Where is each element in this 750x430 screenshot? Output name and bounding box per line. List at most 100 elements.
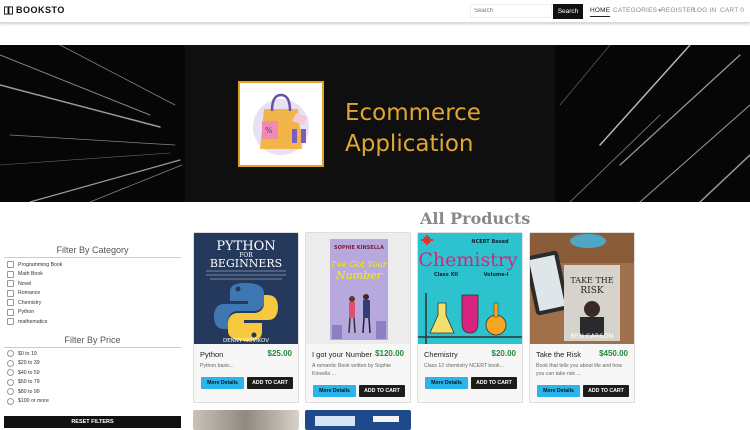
price-option-label: $100 or more (18, 398, 49, 405)
cover-title-b: Number (335, 269, 383, 282)
shopping-bag-illustration: % (238, 81, 324, 167)
cover-title-bottom: BEGINNERS (210, 257, 282, 270)
brand-name: BOOKSTO (16, 5, 65, 15)
nav-categories[interactable]: CATEGORIES▼ (613, 7, 662, 14)
search-input[interactable] (470, 4, 552, 18)
checkbox[interactable] (7, 289, 14, 297)
add-to-cart-button[interactable]: ADD TO CART (471, 377, 517, 389)
brand-logo[interactable]: BOOKSTO (4, 5, 65, 15)
price-option[interactable]: $40 to 59 (7, 368, 49, 378)
book-icon (4, 5, 13, 15)
category-option-label: mathematics (18, 318, 48, 325)
cover-author: DENNY NOVIKOV (223, 338, 269, 344)
radio[interactable] (7, 378, 14, 386)
product-card: TAKE THE RISK BEN CARSON Take the Risk $… (529, 232, 635, 403)
category-option[interactable]: mathematics (7, 317, 62, 327)
search-button[interactable]: Search (553, 4, 583, 19)
cover-author: BEN CARSON (570, 332, 613, 340)
radio[interactable] (7, 350, 14, 358)
cover-class: Class XII (434, 272, 458, 278)
category-filter-list: Programming Book Math Book Novel Romance… (7, 260, 62, 327)
product-image[interactable]: TAKE THE RISK BEN CARSON (530, 233, 634, 344)
category-option[interactable]: Math Book (7, 270, 62, 280)
checkbox[interactable] (7, 280, 14, 288)
checkbox[interactable] (7, 318, 14, 326)
price-option-label: $80 to 99 (18, 388, 40, 395)
category-option-label: Romance (18, 290, 41, 297)
category-option[interactable]: Novel (7, 279, 62, 289)
more-details-button[interactable]: More Details (425, 377, 468, 389)
product-image[interactable]: PYTHON FOR BEGINNERS DENNY NOVIKOV (194, 233, 298, 344)
product-name[interactable]: Python (200, 350, 223, 359)
checkbox[interactable] (7, 308, 14, 316)
add-to-cart-button[interactable]: ADD TO CART (359, 385, 405, 397)
product-card-partial[interactable] (305, 410, 411, 430)
category-option[interactable]: Chemistry (7, 298, 62, 308)
radio[interactable] (7, 369, 14, 377)
product-description: Python basic... (200, 363, 235, 369)
cover-title-b: RISK (580, 286, 603, 296)
price-option-label: $20 to 39 (18, 360, 40, 367)
banner-line-2: Application (345, 131, 474, 157)
category-option-label: Math Book (18, 271, 43, 278)
add-to-cart-button[interactable]: ADD TO CART (583, 385, 629, 397)
cover-fragment (315, 416, 355, 426)
product-name[interactable]: Take the Risk (536, 350, 581, 359)
category-filter-title: Filter By Category (4, 245, 181, 258)
navbar: BOOKSTO Search HOME CATEGORIES▼ REGISTER… (0, 0, 750, 23)
product-card: NCERT Based Chemistry Volume-I Class XII… (417, 232, 523, 403)
price-option[interactable]: $80 to 99 (7, 387, 49, 397)
banner-line-1: Ecommerce (345, 100, 481, 126)
price-option[interactable]: $0 to 19 (7, 349, 49, 359)
product-price: $450.00 (599, 349, 628, 358)
price-option[interactable]: $20 to 39 (7, 359, 49, 369)
radio[interactable] (7, 397, 14, 405)
radio[interactable] (7, 359, 14, 367)
category-option-label: Python (18, 309, 35, 316)
add-to-cart-button[interactable]: ADD TO CART (247, 377, 293, 389)
page-title: All Products (420, 209, 531, 228)
price-filter-list: $0 to 19 $20 to 39 $40 to 59 $60 to 79 $… (7, 349, 49, 406)
nav-home[interactable]: HOME (590, 7, 611, 17)
product-price: $120.00 (375, 349, 404, 358)
checkbox[interactable] (7, 299, 14, 307)
reset-filters-button[interactable]: RESET FILTERS (4, 416, 181, 428)
product-name[interactable]: I got your Number (312, 350, 372, 359)
price-option-label: $60 to 79 (18, 379, 40, 386)
more-details-button[interactable]: More Details (537, 385, 580, 397)
category-option-label: Novel (18, 280, 32, 287)
product-card-partial[interactable] (193, 410, 299, 430)
cover-volume: Volume-I (484, 272, 509, 278)
svg-text:%: % (265, 126, 273, 135)
more-details-button[interactable]: More Details (313, 385, 356, 397)
product-image[interactable]: SOPHIE KINSELLA I've Got Your Number (306, 233, 410, 344)
category-option[interactable]: Python (7, 308, 62, 318)
banner-heading: Ecommerce Application (345, 98, 481, 160)
price-option[interactable]: $60 to 79 (7, 378, 49, 388)
price-filter-title: Filter By Price (4, 335, 181, 348)
product-price: $20.00 (491, 349, 516, 358)
more-details-button[interactable]: More Details (201, 377, 244, 389)
product-name[interactable]: Chemistry (424, 350, 458, 359)
product-card: SOPHIE KINSELLA I've Got Your Number I g… (305, 232, 411, 403)
cover-fragment (373, 416, 399, 422)
cover-title: Chemistry (418, 249, 518, 271)
product-card: PYTHON FOR BEGINNERS DENNY NOVIKOV Pytho… (193, 232, 299, 403)
price-option-label: $40 to 59 (18, 369, 40, 376)
nav-cart[interactable]: CART 0 (720, 7, 744, 14)
product-description: A romantic Book written by Sophie Kinsel… (312, 363, 392, 377)
checkbox[interactable] (7, 270, 14, 278)
cover-series: NCERT Based (471, 239, 509, 245)
price-option[interactable]: $100 or more (7, 397, 49, 407)
nav-categories-label: CATEGORIES (613, 7, 658, 14)
checkbox[interactable] (7, 261, 14, 269)
radio[interactable] (7, 388, 14, 396)
category-option[interactable]: Romance (7, 289, 62, 299)
product-image[interactable]: NCERT Based Chemistry Volume-I Class XII (418, 233, 522, 344)
cover-author: SOPHIE KINSELLA (334, 245, 384, 251)
product-description: Class 12 chemistry NCERT book... (424, 363, 504, 369)
category-option[interactable]: Programming Book (7, 260, 62, 270)
product-price: $25.00 (267, 349, 292, 358)
nav-login[interactable]: LOG IN (693, 7, 716, 14)
nav-register[interactable]: REGISTER (661, 7, 696, 14)
